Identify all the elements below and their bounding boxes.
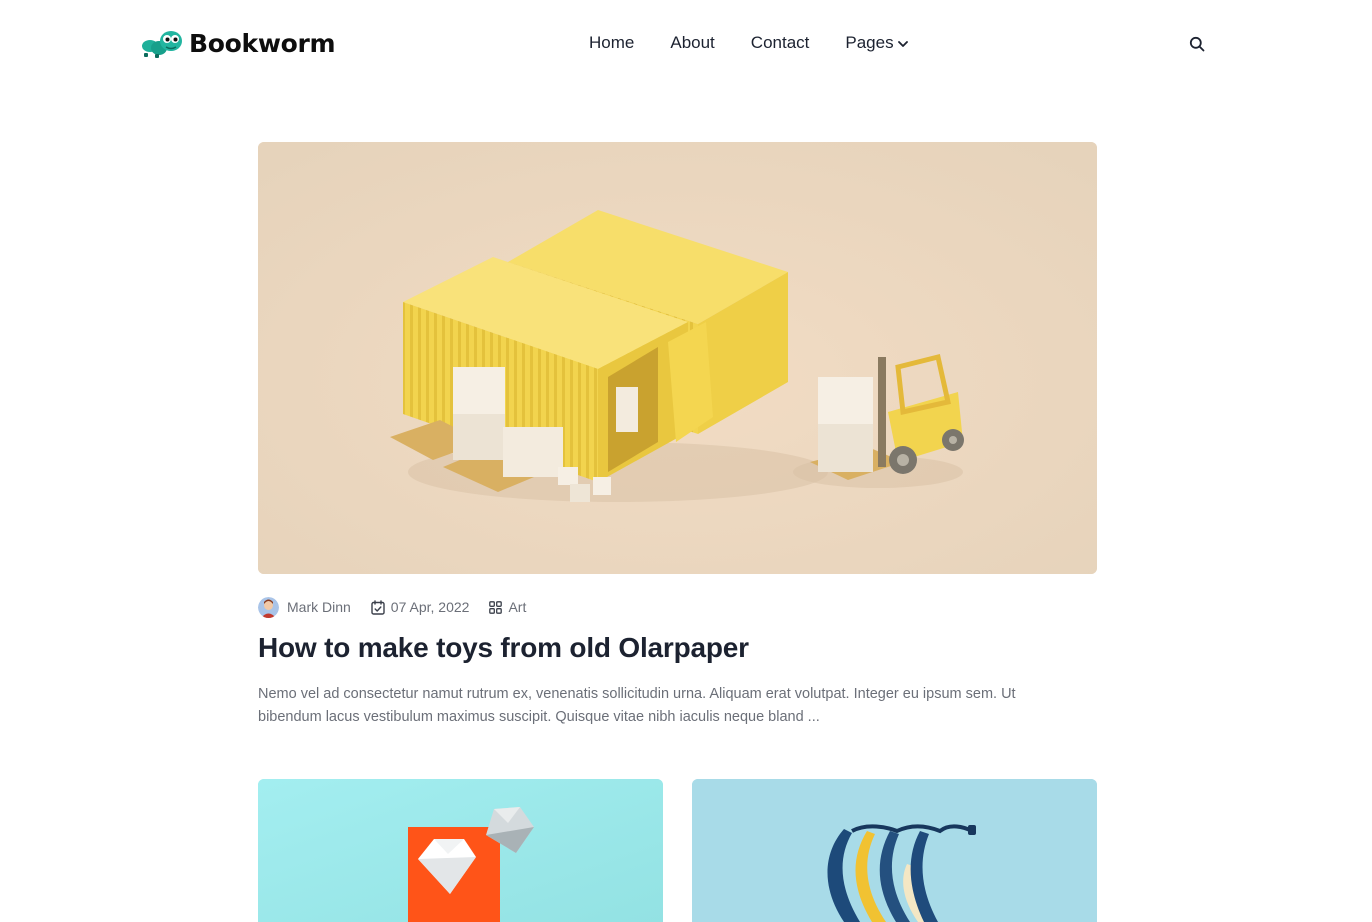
brand-name: Bookworm: [189, 28, 336, 58]
bananas-illustration: [692, 779, 1097, 922]
nav-item-contact[interactable]: Contact: [751, 33, 810, 53]
post-card-image[interactable]: [692, 779, 1097, 922]
nav-item-about[interactable]: About: [670, 33, 714, 53]
featured-post-image[interactable]: [258, 142, 1097, 574]
site-header: Bookworm Home About Contact Pages: [0, 0, 1372, 86]
search-button[interactable]: [1186, 33, 1208, 55]
post-meta: Mark Dinn 07 Apr, 2022 Art: [258, 596, 526, 618]
post-title[interactable]: How to make toys from old Olarpaper: [258, 632, 749, 664]
category-name: Art: [508, 599, 527, 615]
main-nav: Home About Contact Pages: [589, 30, 908, 56]
containers-illustration: [258, 142, 1097, 574]
author-name: Mark Dinn: [287, 599, 351, 615]
author-avatar: [258, 596, 279, 618]
nav-item-home[interactable]: Home: [589, 33, 634, 53]
post-author[interactable]: Mark Dinn: [258, 596, 351, 618]
diamonds-illustration: [258, 779, 663, 922]
bookworm-logo-icon: [142, 31, 182, 58]
post-excerpt: Nemo vel ad consectetur namut rutrum ex,…: [258, 686, 1016, 725]
site-logo[interactable]: Bookworm: [141, 24, 336, 62]
post-date: 07 Apr, 2022: [371, 599, 470, 615]
nav-item-pages[interactable]: Pages: [845, 33, 908, 53]
post-category[interactable]: Art: [489, 599, 526, 615]
category-grid-icon: [489, 600, 503, 614]
nav-item-pages-label: Pages: [845, 33, 894, 52]
chevron-down-icon: [897, 33, 908, 53]
search-icon: [1189, 36, 1205, 52]
post-card-image[interactable]: [258, 779, 663, 922]
post-date-text: 07 Apr, 2022: [390, 599, 470, 615]
calendar-icon: [371, 599, 385, 615]
